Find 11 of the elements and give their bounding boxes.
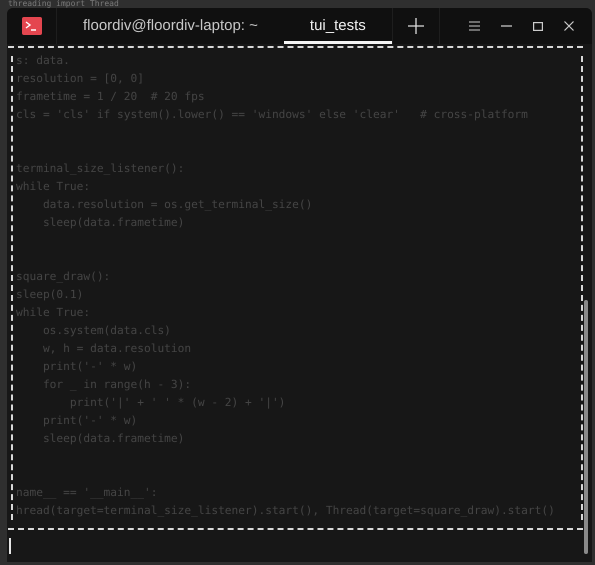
text-cursor: [9, 538, 11, 554]
plus-icon: [408, 18, 424, 34]
close-icon[interactable]: [564, 21, 574, 31]
background-code-text: threading import Thread: [8, 0, 119, 8]
tab[interactable]: floordiv@floordiv-laptop: ~: [57, 8, 284, 44]
minimize-icon[interactable]: [501, 25, 512, 27]
scrollbar[interactable]: [584, 300, 588, 554]
terminal-icon: [22, 17, 42, 35]
tab[interactable]: tui_tests: [284, 8, 392, 44]
menu-icon[interactable]: [469, 21, 480, 31]
maximize-icon[interactable]: [533, 22, 543, 30]
